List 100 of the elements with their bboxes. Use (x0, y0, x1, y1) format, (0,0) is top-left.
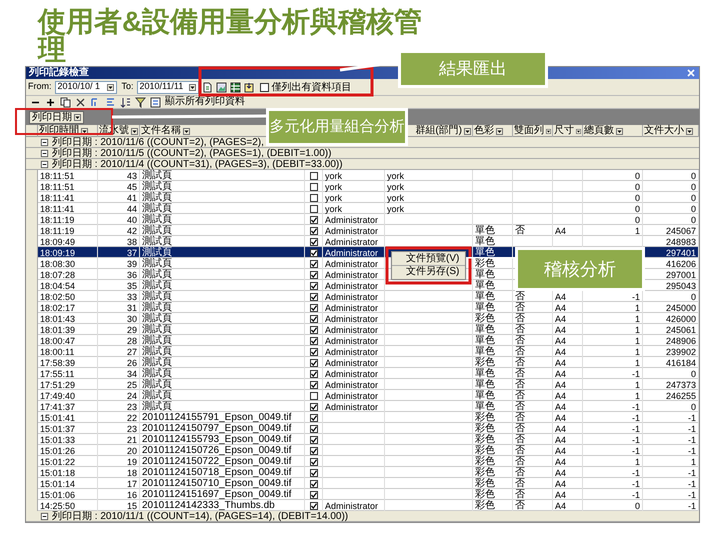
checkbox[interactable] (310, 446, 318, 454)
checkbox[interactable] (310, 292, 318, 300)
checkbox[interactable] (310, 358, 318, 366)
table-cell: 0 (690, 170, 696, 180)
filter-dropdown-icon[interactable] (546, 128, 551, 134)
checkbox[interactable] (310, 348, 318, 356)
table-row[interactable]: 18:11:41 41 測試頁 york york 0 0 (26, 192, 699, 203)
spreadsheet-icon[interactable] (230, 82, 241, 92)
table-row[interactable]: 17:41:37 23 測試頁 Administrator 單色 否 A4 -1 0 (26, 401, 699, 412)
copy-icon[interactable] (60, 96, 71, 108)
filter-dropdown-icon[interactable] (496, 128, 503, 134)
table-row[interactable]: 18:01:43 30 測試頁 Administrator 彩色 否 A4 1 426000 (26, 313, 699, 324)
checkbox[interactable] (310, 270, 318, 278)
to-date-field[interactable]: 2010/11/11 (136, 80, 199, 94)
table-row[interactable]: 17:51:29 25 測試頁 Administrator 單色 否 A4 1 247373 (26, 379, 699, 390)
table-row[interactable]: 17:49:40 24 測試頁 Administrator 單色 否 A4 1 246255 (26, 390, 699, 401)
table-cell: -1 (632, 478, 640, 488)
table-cell: 測試頁 (142, 379, 172, 390)
checkbox[interactable] (310, 414, 318, 422)
table-row[interactable]: 18:11:19 40 測試頁 Administrator 0 0 (26, 214, 699, 225)
table-cell: 26 (126, 358, 137, 368)
table-row[interactable]: 15:01:26 20 20101124150726_Epson_0049.tif 彩色 否 A4 -1 -1 (26, 445, 699, 456)
checkbox[interactable] (310, 194, 318, 202)
column-header[interactable]: 尺寸 (554, 125, 574, 137)
collapse-icon[interactable] (40, 512, 49, 520)
checkbox[interactable] (310, 380, 318, 388)
from-date-field[interactable]: 2010/10/ 1 (54, 80, 116, 94)
checkbox[interactable] (310, 238, 318, 246)
table-row[interactable]: 18:09:49 38 測試頁 Administrator 單色 248983 (26, 236, 699, 247)
table-row[interactable]: 15:01:06 16 20101124151697_Epson_0049.tif 彩色 否 A4 -1 -1 (26, 489, 699, 500)
image-icon[interactable] (216, 82, 227, 92)
row-icon[interactable] (105, 96, 116, 108)
checkbox[interactable] (310, 490, 318, 498)
table-row[interactable]: 17:55:11 34 測試頁 Administrator 單色 否 A4 -1 0 (26, 368, 699, 379)
checkbox[interactable] (310, 282, 318, 290)
filter-dropdown-icon[interactable] (686, 128, 693, 134)
column-header[interactable]: 色彩 (474, 125, 494, 137)
table-row[interactable]: 15:01:41 22 20101124155791_Epson_0049.tif 彩色 否 A4 -1 -1 (26, 412, 699, 423)
table-row[interactable]: 18:11:51 45 測試頁 york york 0 0 (26, 181, 699, 192)
table-row[interactable]: 15:01:14 17 20101124150710_Epson_0049.tif 彩色 否 A4 -1 -1 (26, 478, 699, 489)
dropdown-caret-icon[interactable] (74, 114, 81, 120)
dropdown-caret-icon[interactable] (188, 84, 196, 90)
table-row[interactable]: 18:11:41 44 測試頁 york york 0 0 (26, 203, 699, 214)
checkbox[interactable] (310, 304, 318, 312)
checkbox[interactable] (310, 392, 318, 400)
table-row[interactable]: 15:01:37 23 20101124150797_Epson_0049.tif 彩色 否 A4 -1 -1 (26, 423, 699, 434)
column-header[interactable]: 總頁數 (584, 125, 614, 137)
collapse-icon[interactable] (40, 138, 49, 146)
checkbox[interactable] (310, 226, 318, 234)
group-field-chip[interactable]: 列印日期 (29, 110, 84, 124)
filter-dropdown-icon[interactable] (183, 128, 190, 134)
table-row[interactable]: 15:01:33 21 20101124155793_Epson_0049.tif 彩色 否 A4 -1 -1 (26, 434, 699, 445)
checkbox[interactable] (310, 260, 318, 268)
table-row[interactable]: 18:11:51 43 測試頁 york york 0 0 (26, 170, 699, 181)
checkbox[interactable] (310, 370, 318, 378)
column-header[interactable]: 群組(部門) (415, 125, 462, 137)
dropdown-caret-icon[interactable] (106, 84, 114, 90)
table-row[interactable]: 18:11:19 42 測試頁 Administrator 單色 否 A4 1 245067 (26, 225, 699, 236)
table-row[interactable]: 18:00:47 28 測試頁 Administrator 單色 否 A4 1 248906 (26, 335, 699, 346)
checkbox[interactable] (260, 82, 269, 92)
filter-dropdown-icon[interactable] (576, 128, 581, 134)
document-icon[interactable] (202, 82, 213, 92)
sort-icon[interactable] (120, 96, 131, 108)
collapse-icon[interactable] (40, 160, 49, 168)
close-icon[interactable] (75, 96, 86, 108)
checkbox[interactable] (310, 336, 318, 344)
checkbox[interactable] (310, 248, 318, 256)
collapse-icon[interactable] (40, 148, 49, 158)
checkbox[interactable] (310, 204, 318, 212)
checkbox[interactable] (310, 480, 318, 488)
checkbox[interactable] (310, 326, 318, 334)
checkbox[interactable] (310, 468, 318, 476)
export-icon[interactable] (244, 82, 255, 92)
checkbox[interactable] (310, 216, 318, 224)
table-row[interactable]: 14:25:50 15 20101124142333_Thumbs.db Administrator 彩色 否 A4 0 -1 (26, 500, 699, 511)
checkbox[interactable] (310, 458, 318, 466)
filter-dropdown-icon[interactable] (131, 128, 138, 134)
table-cell: A4 (555, 358, 566, 368)
column-header[interactable]: 雙面列 (514, 125, 544, 137)
checkbox[interactable] (310, 172, 318, 180)
checkbox[interactable] (310, 424, 318, 432)
table-row[interactable]: 15:01:18 18 20101124150718_Epson_0049.tif 彩色 否 A4 -1 -1 (26, 467, 699, 478)
checkbox[interactable] (310, 314, 318, 322)
menu-item[interactable]: 文件另存(S) (392, 265, 465, 278)
table-row[interactable]: 17:58:39 26 測試頁 Administrator 彩色 否 A4 1 416184 (26, 357, 699, 368)
plus-icon[interactable] (45, 96, 56, 108)
checkbox[interactable] (310, 436, 318, 444)
checkbox[interactable] (310, 402, 318, 410)
column-header[interactable]: 文件大小 (644, 125, 684, 137)
table-row[interactable]: 18:00:11 27 測試頁 Administrator 單色 否 A4 1 239902 (26, 346, 699, 357)
filter-dropdown-icon[interactable] (464, 128, 471, 134)
table-row[interactable]: 18:02:50 33 測試頁 Administrator 單色 否 A4 -1 0 (26, 291, 699, 302)
column-header[interactable]: 文件名稱 (141, 125, 181, 137)
table-row[interactable]: 15:01:22 19 20101124150722_Epson_0049.tif 彩色 否 A4 1 1 (26, 456, 699, 467)
table-row[interactable]: 18:01:39 29 測試頁 Administrator 單色 否 A4 1 245061 (26, 324, 699, 335)
filter-dropdown-icon[interactable] (616, 128, 623, 134)
table-row[interactable]: 18:02:17 31 測試頁 Administrator 單色 否 A4 1 245000 (26, 302, 699, 313)
checkbox[interactable] (310, 502, 318, 510)
list-icon[interactable] (150, 96, 161, 108)
checkbox[interactable] (310, 182, 318, 190)
